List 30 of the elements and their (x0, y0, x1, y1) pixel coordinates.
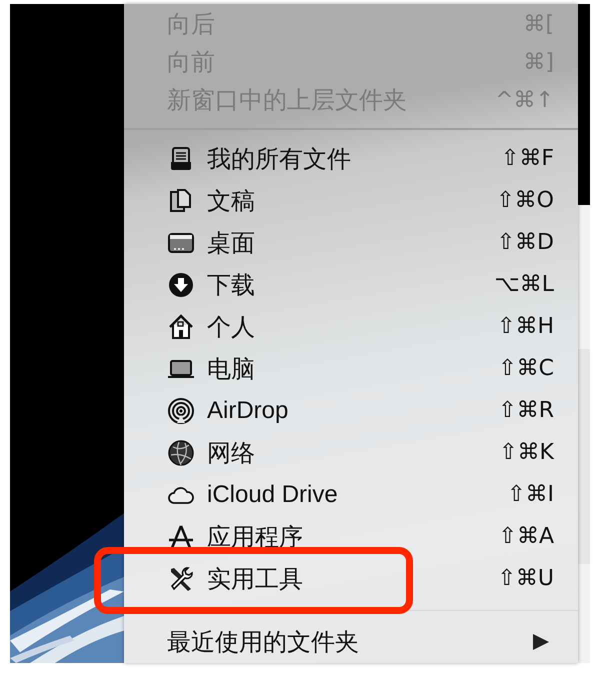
shortcut-label: ⇧⌘C (498, 356, 554, 382)
menu-item[interactable]: 网络 ⇧⌘K (124, 432, 578, 474)
shortcut-label: ⇧⌘F (500, 146, 554, 172)
signal-rings-icon (167, 396, 195, 425)
shortcut-label: ⇧⌘I (507, 482, 554, 508)
globe-icon (167, 438, 195, 467)
house-icon (167, 312, 195, 341)
shortcut-label: ⇧⌘A (498, 524, 554, 550)
download-icon (167, 270, 195, 299)
shortcut-label: ⌘[ (523, 12, 554, 36)
shortcut-label: ⇧⌘O (496, 188, 554, 214)
menu-item[interactable]: 电脑 ⇧⌘C (124, 348, 578, 390)
menu-item[interactable]: AirDrop ⇧⌘R (124, 390, 578, 432)
shortcut-label: ⇧⌘K (499, 440, 554, 466)
menu-item[interactable]: 个人 ⇧⌘H (124, 306, 578, 348)
menu-item[interactable]: 实用工具 ⇧⌘U (124, 558, 578, 600)
menu-item[interactable]: 文稿 ⇧⌘O (124, 180, 578, 222)
menu-item[interactable]: 下载 ⌥⌘L (124, 264, 578, 306)
menu-item[interactable]: iCloud Drive ⇧⌘I (124, 474, 578, 516)
menu-item[interactable]: 桌面 ⇧⌘D (124, 222, 578, 264)
shortcut-label: ⇧⌘U (497, 566, 554, 592)
menu-item[interactable]: 应用程序 ⇧⌘A (124, 516, 578, 558)
shortcut-label: ⇧⌘D (496, 230, 554, 256)
shortcut-label: ⌘] (523, 50, 554, 74)
shortcut-label: ⌥⌘L (494, 272, 554, 298)
shortcut-label: ^⌘↑ (495, 88, 554, 112)
menu-item[interactable]: 我的所有文件 ⇧⌘F (124, 138, 578, 180)
shortcut-label: ⇧⌘H (497, 314, 554, 340)
menu-item[interactable]: 最近使用的文件夹 (124, 621, 578, 663)
shortcut-label: ⇧⌘R (498, 398, 554, 424)
